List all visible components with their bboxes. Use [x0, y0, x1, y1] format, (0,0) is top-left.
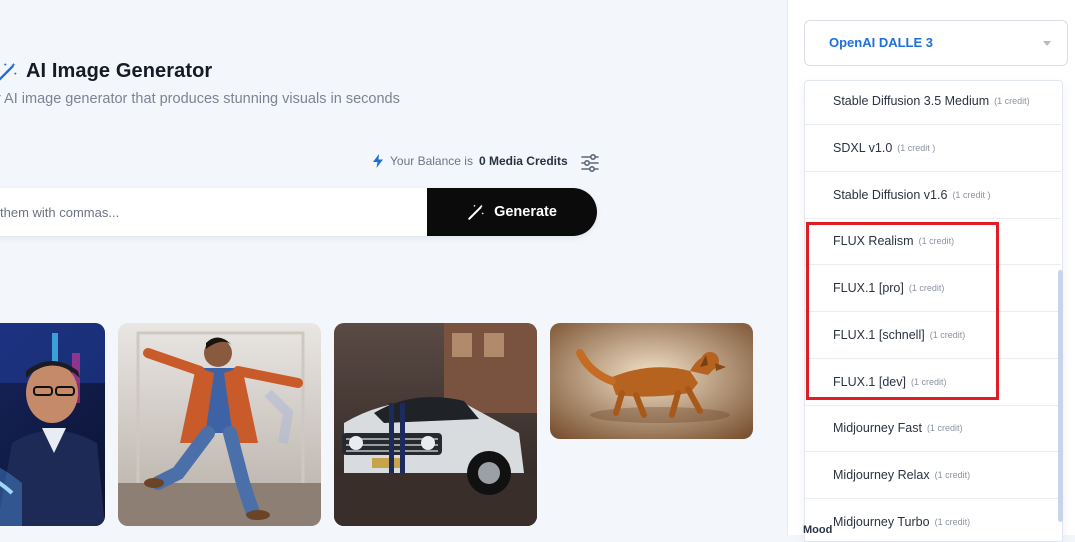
gallery-image-dog[interactable]	[550, 323, 753, 439]
main-panel: AI Image Generator r AI image generator …	[0, 0, 787, 535]
settings-sidebar: OpenAI DALLE 3 Stable Diffusion 3.5 Medi…	[787, 0, 1075, 542]
model-select-value: OpenAI DALLE 3	[829, 35, 934, 50]
model-option[interactable]: FLUX.1 [pro] (1 credit)	[805, 265, 1061, 312]
model-option[interactable]: Midjourney Turbo (1 credit)	[805, 499, 1061, 541]
magic-wand-icon	[468, 204, 485, 220]
model-option[interactable]: FLUX.1 [schnell] (1 credit)	[805, 312, 1061, 359]
model-option[interactable]: Midjourney Relax (1 credit)	[805, 452, 1061, 499]
gallery-image-driver[interactable]	[0, 323, 105, 526]
mood-label: Mood	[803, 524, 833, 536]
prompt-input[interactable]	[0, 188, 420, 236]
model-option[interactable]: Midjourney Fast (1 credit)	[805, 405, 1061, 452]
gallery-image-dancer[interactable]	[118, 323, 321, 526]
model-option[interactable]: FLUX.1 [dev] (1 credit)	[805, 359, 1061, 406]
model-option[interactable]: Stable Diffusion 3.5 Medium (1 credit)	[805, 81, 1061, 125]
magic-wand-icon	[0, 62, 17, 81]
generate-button[interactable]: Generate	[427, 188, 597, 236]
model-select[interactable]: OpenAI DALLE 3	[804, 20, 1068, 66]
dropdown-scrollbar[interactable]	[1058, 270, 1063, 522]
balance-amount: 0 Media Credits	[478, 154, 568, 168]
model-dropdown-list: Stable Diffusion 3.5 Medium (1 credit) S…	[804, 80, 1063, 542]
sliders-icon[interactable]	[580, 154, 600, 172]
lightning-icon	[373, 154, 383, 168]
chevron-down-icon	[1043, 41, 1051, 46]
balance-indicator: Your Balance is 0 Media Credits	[372, 154, 568, 168]
prompt-bar: Generate	[0, 188, 597, 236]
model-option[interactable]: FLUX Realism (1 credit)	[805, 218, 1061, 265]
page-header: AI Image Generator	[0, 60, 212, 83]
generate-label: Generate	[494, 204, 557, 220]
model-option[interactable]: SDXL v1.0 (1 credit )	[805, 125, 1061, 172]
balance-prefix: Your Balance is	[390, 154, 473, 168]
page-title: AI Image Generator	[26, 60, 213, 82]
page-subtitle: r AI image generator that produces stunn…	[0, 91, 400, 107]
model-option[interactable]: Stable Diffusion v1.6 (1 credit )	[805, 172, 1061, 219]
gallery-image-car[interactable]	[334, 323, 537, 526]
